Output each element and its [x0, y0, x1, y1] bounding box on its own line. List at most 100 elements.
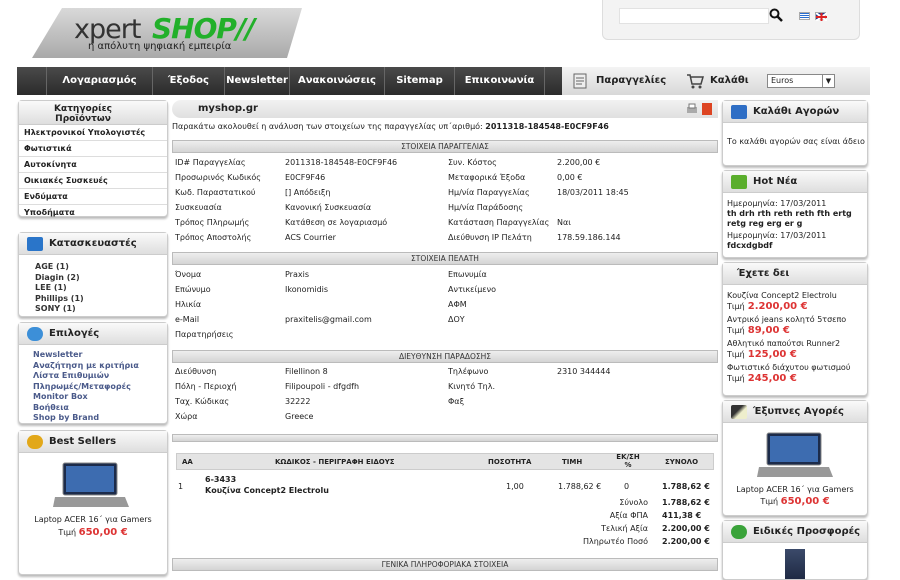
delivery-section-header: ΔΙΕΥΘΥΝΣΗ ΠΑΡΑΔΟΣΗΣ: [172, 350, 718, 363]
option-link[interactable]: Πληρωμές/Μεταφορές: [33, 382, 167, 393]
news-date: Ημερομηνία: 17/03/2011: [727, 199, 827, 208]
field-value: ACS Courrier: [285, 233, 336, 242]
row-discount: 0: [624, 482, 630, 491]
truck-icon: [27, 237, 43, 251]
nav-orders[interactable]: Παραγγελίες: [596, 67, 666, 95]
total-label: Σύνολο: [619, 498, 648, 507]
smart-buys-title: Έξυπνες Αγορές: [753, 406, 844, 417]
nav-contact[interactable]: Επικοινωνία: [455, 67, 545, 95]
offers-icon: [731, 525, 747, 539]
manufacturer-link[interactable]: AGE (1): [35, 262, 167, 273]
manufacturer-link[interactable]: Diagin (2): [35, 273, 167, 284]
news-link[interactable]: th drh rth reth reth fth ertg retg reg e…: [727, 209, 867, 229]
site-logo[interactable]: xpert SHOP// η απόλυτη ψηφιακή εμπειρία: [32, 8, 302, 58]
bestsellers-box: Best Sellers Laptop ACER 16΄ για Gamers …: [18, 430, 168, 575]
field-value: 32222: [285, 397, 311, 406]
currency-select[interactable]: Euros ▼: [767, 74, 835, 88]
option-link[interactable]: Shop by Brand: [33, 413, 167, 424]
smart-buy-name[interactable]: Laptop ACER 16΄ για Gamers: [723, 485, 867, 494]
recently-viewed-header: Έχετε δει: [723, 263, 867, 285]
field-value: Praxis: [285, 270, 309, 279]
pdf-icon[interactable]: [702, 103, 712, 115]
viewed-product-price-row: Τιμή 2.200,00 €: [727, 301, 867, 312]
nav-newsletter[interactable]: Newsletter: [225, 67, 290, 95]
field-label: Προσωρινός Κωδικός: [175, 173, 261, 182]
option-link[interactable]: Newsletter: [33, 350, 167, 361]
category-item[interactable]: Ενδύματα: [19, 189, 167, 205]
field-label: Διεύθυνση IP Πελάτη: [448, 233, 532, 242]
field-value: 18/03/2011 18:45: [557, 188, 629, 197]
nav-sitemap[interactable]: Sitemap: [385, 67, 455, 95]
category-item[interactable]: Οικιακές Συσκευές: [19, 173, 167, 189]
option-link[interactable]: Βοήθεια: [33, 403, 167, 414]
field-label: Χώρα: [175, 412, 198, 421]
search-icon[interactable]: [769, 8, 783, 22]
option-link[interactable]: Monitor Box: [33, 392, 167, 403]
category-item[interactable]: Αυτοκίνητα: [19, 157, 167, 173]
option-link[interactable]: Λίστα Επιθυμιών: [33, 371, 167, 382]
viewed-product-link[interactable]: Αθλητικό παπούτσι Runner2: [727, 339, 867, 349]
nav-right-panel: Παραγγελίες Καλάθι Euros ▼: [562, 67, 870, 95]
manufacturers-box: Κατασκευαστές AGE (1) Diagin (2) LEE (1)…: [18, 232, 168, 317]
items-section-bar: [172, 434, 718, 442]
option-link[interactable]: Αναζήτηση με κριτήρια: [33, 361, 167, 372]
news-title: Hot Νέα: [753, 176, 798, 187]
order-content: myshop.gr Παρακάτω ακολουθεί η ανάλυση τ…: [170, 100, 720, 575]
medal-icon: [27, 435, 43, 449]
field-label: Τρόπος Πληρωμής: [175, 218, 250, 227]
news-header: Hot Νέα: [723, 171, 867, 193]
cart-title: Καλάθι Αγορών: [753, 106, 840, 117]
nav-logout[interactable]: Έξοδος: [153, 67, 225, 95]
laptop-image[interactable]: [757, 431, 833, 481]
row-code: 6-3433: [205, 475, 237, 484]
viewed-product-link[interactable]: Αντρικό jeans κολητό 5τσεπο: [727, 315, 867, 325]
manufacturer-link[interactable]: Phillips (1): [35, 294, 167, 305]
field-label: ΑΦΜ: [448, 300, 467, 309]
category-item[interactable]: Ηλεκτρονικοί Υπολογιστές: [19, 125, 167, 141]
news-link[interactable]: fdcxdgbdf: [727, 241, 867, 251]
field-value: Ikonomidis: [285, 285, 329, 294]
gear-icon: [27, 327, 43, 341]
manufacturer-link[interactable]: LEE (1): [35, 283, 167, 294]
nav-account[interactable]: Λογαριασμός: [47, 67, 153, 95]
field-label: Ημ/νία Παραγγελίας: [448, 188, 530, 197]
field-label: Διεύθυνση: [175, 367, 217, 376]
laptop-image[interactable]: [53, 461, 129, 511]
page-title: myshop.gr: [198, 103, 258, 114]
field-label: Κατάσταση Παραγγελίας: [448, 218, 550, 227]
manufacturer-link[interactable]: SONY (1): [35, 304, 167, 315]
row-price: 1.788,62 €: [558, 482, 602, 491]
currency-value: Euros: [771, 76, 794, 85]
greek-flag-icon[interactable]: [799, 12, 810, 20]
options-title: Επιλογές: [49, 328, 100, 339]
viewed-product-link[interactable]: Κουζίνα Concept2 Electrolu: [727, 291, 867, 301]
categories-title: Κατηγορίες Προϊόντων: [19, 101, 167, 125]
nav-announcements[interactable]: Ανακοινώσεις: [290, 67, 385, 95]
field-label: Συν. Κόστος: [448, 158, 497, 167]
order-number: 2011318-184548-E0CF9F46: [485, 122, 609, 131]
bestsellers-title: Best Sellers: [49, 436, 117, 447]
price-label: Τιμή: [727, 302, 745, 311]
cart-empty-message: Το καλάθι αγορών σας είναι άδειο: [727, 137, 865, 146]
special-offers-box: Ειδικές Προσφορές: [722, 520, 868, 580]
bestseller-name[interactable]: Laptop ACER 16΄ για Gamers: [19, 515, 167, 524]
english-flag-icon[interactable]: [815, 12, 828, 22]
search-input[interactable]: [619, 8, 769, 24]
smart-buys-header: Έξυπνες Αγορές: [723, 401, 867, 423]
field-label: Επωνυμία: [448, 270, 487, 279]
row-product-name[interactable]: Κουζίνα Concept2 Electrolu: [205, 486, 329, 495]
viewed-product-price-row: Τιμή 245,00 €: [727, 373, 867, 384]
field-label: ΔΟΥ: [448, 315, 465, 324]
viewed-product-link[interactable]: Φωτιστικό διάχυτου φωτισμού: [727, 363, 867, 373]
wand-icon: [731, 405, 747, 419]
category-item[interactable]: Φωτιστικά: [19, 141, 167, 157]
nav-cart[interactable]: Καλάθι: [710, 67, 749, 95]
viewed-product-price: 2.200,00 €: [747, 301, 808, 312]
col-description: ΚΩΔΙΚΟΣ - ΠΕΡΙΓΡΑΦΗ ΕΙΔΟΥΣ: [275, 458, 395, 466]
categories-box: Κατηγορίες Προϊόντων Ηλεκτρονικοί Υπολογ…: [18, 100, 168, 217]
orders-icon: [573, 73, 587, 89]
category-item[interactable]: Υποδήματα: [19, 205, 167, 221]
col-total: ΣΥΝΟΛΟ: [665, 458, 699, 466]
print-icon[interactable]: [686, 103, 698, 115]
total-label: Αξία ΦΠΑ: [609, 511, 648, 520]
